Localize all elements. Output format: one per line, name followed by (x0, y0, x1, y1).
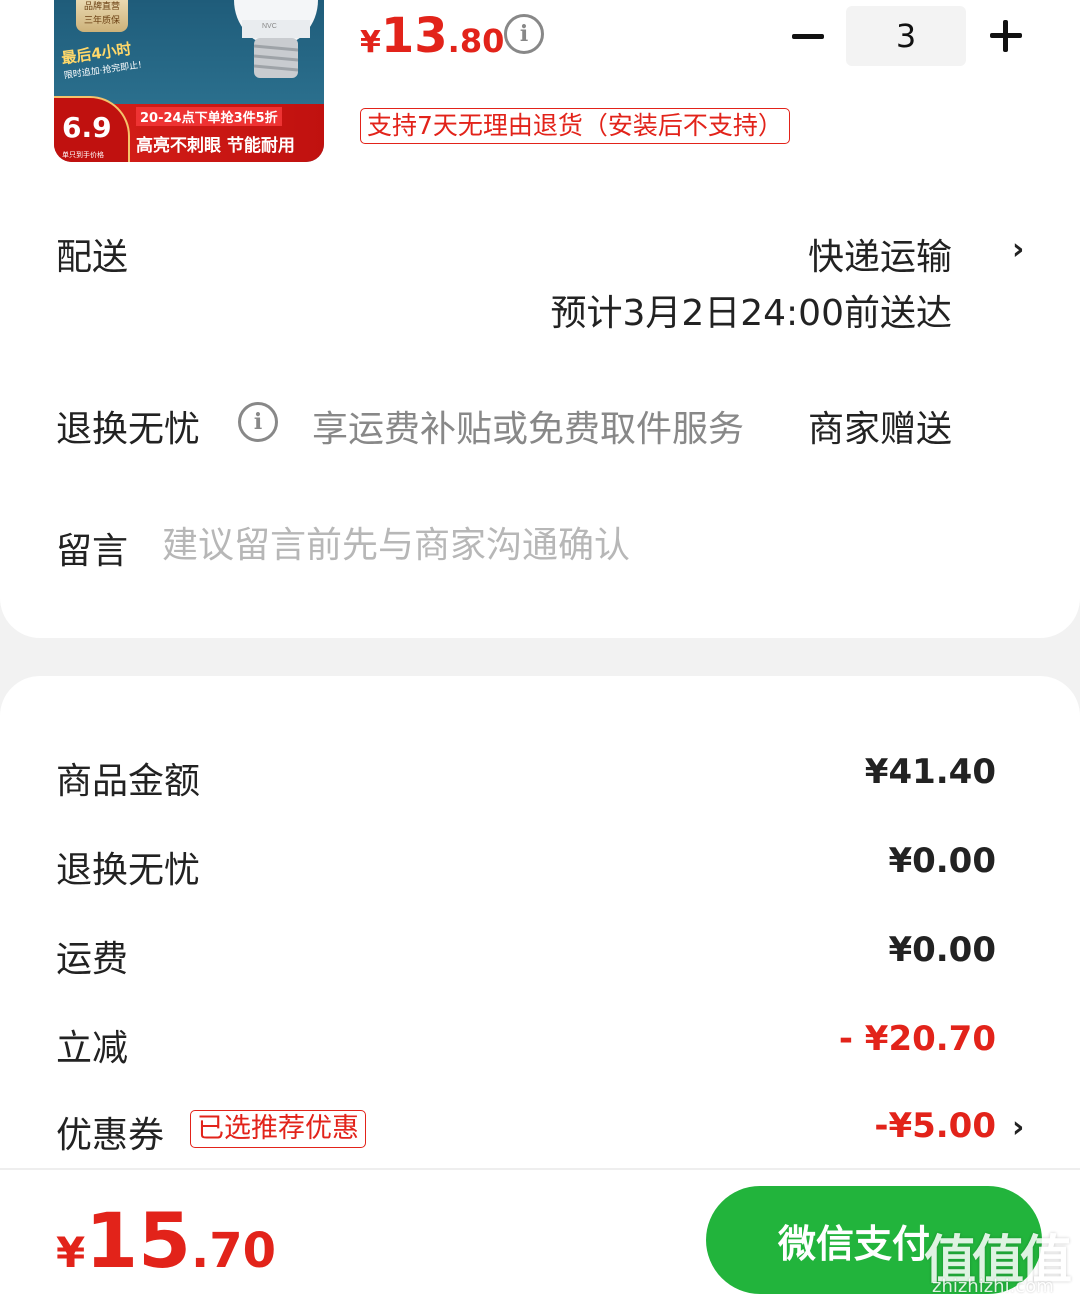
goods-amount-value: ¥41.40 (864, 752, 996, 792)
return-policy-tag: 支持7天无理由退货（安装后不支持） (360, 108, 790, 144)
coupon-value[interactable]: -¥5.00 (874, 1106, 996, 1146)
delivery-method[interactable]: 快递运输 (808, 228, 952, 280)
promo-line-1: 20-24点下单抢3件5折 (136, 107, 282, 126)
return-service-gift: 商家赠送 (807, 409, 952, 450)
bulb-image-icon: NVC (234, 0, 318, 78)
return-service-desc: 享运费补贴或免费取件服务 (312, 409, 745, 450)
total-integer: 15 (85, 1196, 191, 1285)
product-image[interactable]: 品牌直营 三年质保 NVC 最后4小时 限时追加·抢完即止! 6.9 单只到手价… (54, 0, 324, 162)
shipping-fee-label: 运费 (56, 939, 129, 980)
return-service-label: 退换无忧 (56, 409, 201, 450)
return-fee-label: 退换无忧 (56, 850, 201, 891)
plus-icon-vertical (1003, 20, 1008, 52)
coupon-label: 优惠券 (56, 1115, 165, 1156)
total-decimal: .70 (191, 1223, 277, 1279)
wechat-pay-label: 微信支付 (777, 1223, 930, 1266)
promo-price: 6.9 (62, 111, 112, 144)
unit-price-integer: 13 (380, 8, 448, 64)
return-fee-value: ¥0.00 (888, 841, 996, 881)
promo-line-2: 高亮不刺眼 节能耐用 (136, 136, 295, 156)
return-service-info-icon[interactable]: i (238, 402, 278, 442)
unit-price: ¥ 13 .80 (360, 8, 504, 64)
badge-line-1: 品牌直营 (83, 2, 120, 12)
countdown-banner: 最后4小时 限时追加·抢完即止! (60, 37, 142, 81)
instant-discount-label: 立减 (56, 1028, 129, 1069)
promo-price-caption: 单只到手价格 (62, 151, 104, 159)
goods-amount-label: 商品金额 (56, 761, 201, 802)
quantity-decrease-button[interactable] (788, 14, 828, 58)
watermark-url: zhizhizhi.com (932, 1276, 1054, 1297)
message-input[interactable] (162, 518, 1002, 572)
total-price: ¥ 15 .70 (56, 1196, 276, 1285)
instant-discount-value: - ¥20.70 (838, 1019, 996, 1059)
coupon-recommended-tag[interactable]: 已选推荐优惠 (190, 1110, 366, 1148)
footer-divider (0, 1168, 1080, 1170)
delivery-eta: 预计3月2日24:00前送达 (550, 293, 952, 334)
minus-icon (792, 33, 824, 39)
price-info-icon[interactable]: i (504, 14, 544, 54)
badge-line-2: 三年质保 (83, 16, 120, 26)
quantity-value[interactable]: 3 (846, 6, 966, 66)
bulb-brand-mark: NVC (262, 23, 277, 30)
shipping-fee-value: ¥0.00 (888, 930, 996, 970)
message-label: 留言 (56, 531, 129, 572)
coupon-chevron-right-icon[interactable]: › (1012, 1110, 1024, 1145)
total-currency: ¥ (56, 1228, 86, 1277)
quantity-increase-button[interactable] (986, 16, 1026, 56)
unit-price-currency: ¥ (360, 25, 381, 60)
delivery-label: 配送 (56, 237, 129, 278)
delivery-chevron-right-icon[interactable]: › (1012, 232, 1024, 267)
unit-price-decimal: .80 (447, 22, 505, 60)
warranty-badge: 品牌直营 三年质保 (76, 0, 128, 32)
